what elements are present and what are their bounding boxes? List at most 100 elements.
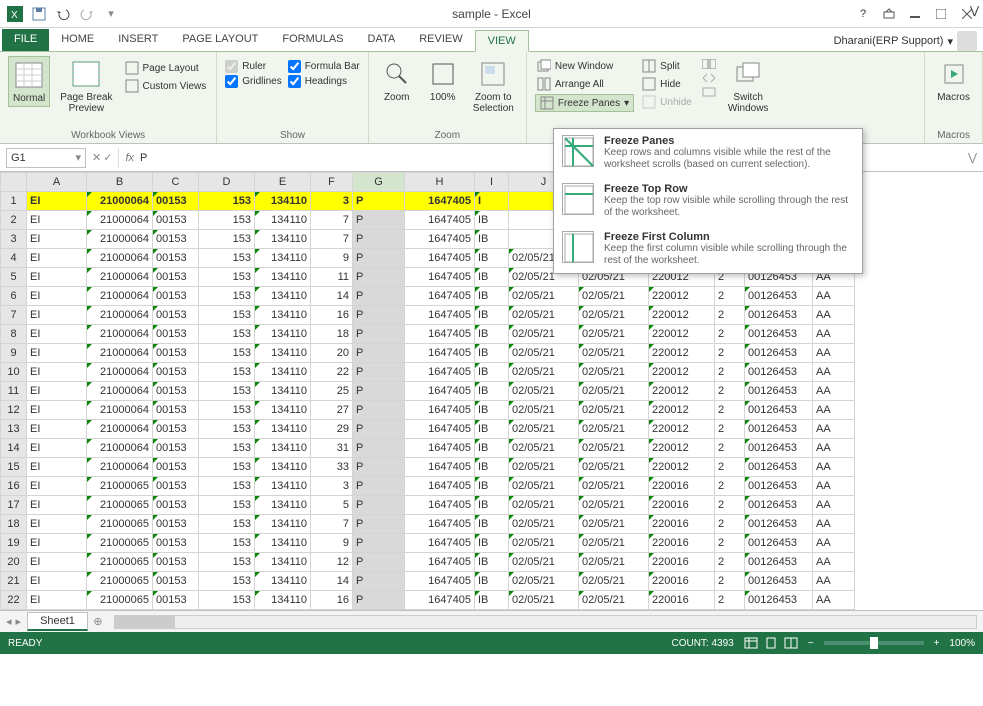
- ribbon-options-icon[interactable]: [877, 2, 901, 26]
- cell[interactable]: 02/05/21: [579, 515, 649, 534]
- cell[interactable]: 21000064: [87, 192, 153, 211]
- cell[interactable]: 02/05/21: [509, 477, 579, 496]
- tab-data[interactable]: DATA: [356, 29, 408, 51]
- cell[interactable]: 02/05/21: [579, 534, 649, 553]
- cell[interactable]: 00126453: [745, 382, 813, 401]
- cell[interactable]: 153: [199, 325, 255, 344]
- cell[interactable]: 2: [715, 363, 745, 382]
- cell[interactable]: P: [353, 515, 405, 534]
- cell[interactable]: 31: [311, 439, 353, 458]
- split-button[interactable]: Split: [640, 58, 694, 74]
- avatar[interactable]: [957, 31, 977, 51]
- cell[interactable]: 153: [199, 591, 255, 610]
- cell[interactable]: IB: [475, 230, 509, 249]
- cell[interactable]: EI: [27, 439, 87, 458]
- cell[interactable]: 20: [311, 344, 353, 363]
- cell[interactable]: 00153: [153, 268, 199, 287]
- cell[interactable]: 02/05/21: [579, 553, 649, 572]
- cell[interactable]: P: [353, 439, 405, 458]
- cell[interactable]: 220016: [649, 477, 715, 496]
- cell[interactable]: IB: [475, 515, 509, 534]
- cell[interactable]: 2: [715, 420, 745, 439]
- cell[interactable]: AA: [813, 572, 855, 591]
- cell[interactable]: 21000064: [87, 363, 153, 382]
- cell[interactable]: AA: [813, 534, 855, 553]
- row-header[interactable]: 20: [1, 553, 27, 572]
- col-header[interactable]: C: [153, 173, 199, 192]
- cell[interactable]: IB: [475, 458, 509, 477]
- select-all-cell[interactable]: [1, 173, 27, 192]
- hide-button[interactable]: Hide: [640, 76, 694, 92]
- cell[interactable]: P: [353, 553, 405, 572]
- cell[interactable]: IB: [475, 553, 509, 572]
- cell[interactable]: 00126453: [745, 344, 813, 363]
- cell[interactable]: 21000065: [87, 477, 153, 496]
- cell[interactable]: 220016: [649, 534, 715, 553]
- sheet-tab[interactable]: Sheet1: [27, 612, 88, 631]
- cell[interactable]: 21000064: [87, 401, 153, 420]
- cell[interactable]: 134110: [255, 515, 311, 534]
- cell[interactable]: 02/05/21: [579, 306, 649, 325]
- cell[interactable]: 02/05/21: [509, 325, 579, 344]
- cell[interactable]: 153: [199, 211, 255, 230]
- cell[interactable]: P: [353, 477, 405, 496]
- ruler-checkbox[interactable]: Ruler: [225, 60, 281, 73]
- tab-formulas[interactable]: FORMULAS: [270, 29, 355, 51]
- cell[interactable]: EI: [27, 230, 87, 249]
- cell[interactable]: EI: [27, 496, 87, 515]
- col-header[interactable]: H: [405, 173, 475, 192]
- cell[interactable]: P: [353, 591, 405, 610]
- cell[interactable]: 14: [311, 572, 353, 591]
- cell[interactable]: 02/05/21: [509, 553, 579, 572]
- zoom-level[interactable]: 100%: [949, 638, 975, 649]
- cell[interactable]: 153: [199, 268, 255, 287]
- zoom-button[interactable]: Zoom: [377, 56, 417, 105]
- row-header[interactable]: 16: [1, 477, 27, 496]
- tab-insert[interactable]: INSERT: [106, 29, 170, 51]
- cell[interactable]: 00153: [153, 382, 199, 401]
- col-header[interactable]: F: [311, 173, 353, 192]
- cell[interactable]: 1647405: [405, 515, 475, 534]
- col-header[interactable]: A: [27, 173, 87, 192]
- cell[interactable]: EI: [27, 401, 87, 420]
- cell[interactable]: AA: [813, 363, 855, 382]
- cell[interactable]: 2: [715, 534, 745, 553]
- cell[interactable]: 00153: [153, 249, 199, 268]
- cell[interactable]: 134110: [255, 477, 311, 496]
- cell[interactable]: 134110: [255, 572, 311, 591]
- cell[interactable]: 21000064: [87, 268, 153, 287]
- zoom-out-button[interactable]: −: [808, 638, 814, 649]
- cell[interactable]: 27: [311, 401, 353, 420]
- cell[interactable]: 5: [311, 496, 353, 515]
- cell[interactable]: 21000065: [87, 572, 153, 591]
- cell[interactable]: AA: [813, 458, 855, 477]
- cell[interactable]: 02/05/21: [509, 401, 579, 420]
- cell[interactable]: 02/05/21: [509, 363, 579, 382]
- add-sheet-button[interactable]: ⊕: [88, 615, 108, 628]
- name-box[interactable]: G1▾: [6, 148, 86, 168]
- cell[interactable]: 16: [311, 591, 353, 610]
- cell[interactable]: 1647405: [405, 572, 475, 591]
- cell[interactable]: 1647405: [405, 268, 475, 287]
- row-header[interactable]: 8: [1, 325, 27, 344]
- cell[interactable]: 21000065: [87, 496, 153, 515]
- cell[interactable]: AA: [813, 496, 855, 515]
- cell[interactable]: 134110: [255, 401, 311, 420]
- cell[interactable]: 2: [715, 287, 745, 306]
- cell[interactable]: 00153: [153, 591, 199, 610]
- cell[interactable]: IB: [475, 382, 509, 401]
- cell[interactable]: EI: [27, 515, 87, 534]
- cell[interactable]: 2: [715, 382, 745, 401]
- cell[interactable]: 21000065: [87, 534, 153, 553]
- cell[interactable]: 00153: [153, 211, 199, 230]
- cell[interactable]: 220012: [649, 420, 715, 439]
- cell[interactable]: 153: [199, 515, 255, 534]
- cell[interactable]: 02/05/21: [579, 439, 649, 458]
- cell[interactable]: 29: [311, 420, 353, 439]
- cell[interactable]: 00153: [153, 420, 199, 439]
- cell[interactable]: 21000064: [87, 287, 153, 306]
- cell[interactable]: 00126453: [745, 477, 813, 496]
- cell[interactable]: 134110: [255, 553, 311, 572]
- cell[interactable]: 02/05/21: [579, 325, 649, 344]
- cell[interactable]: 02/05/21: [509, 344, 579, 363]
